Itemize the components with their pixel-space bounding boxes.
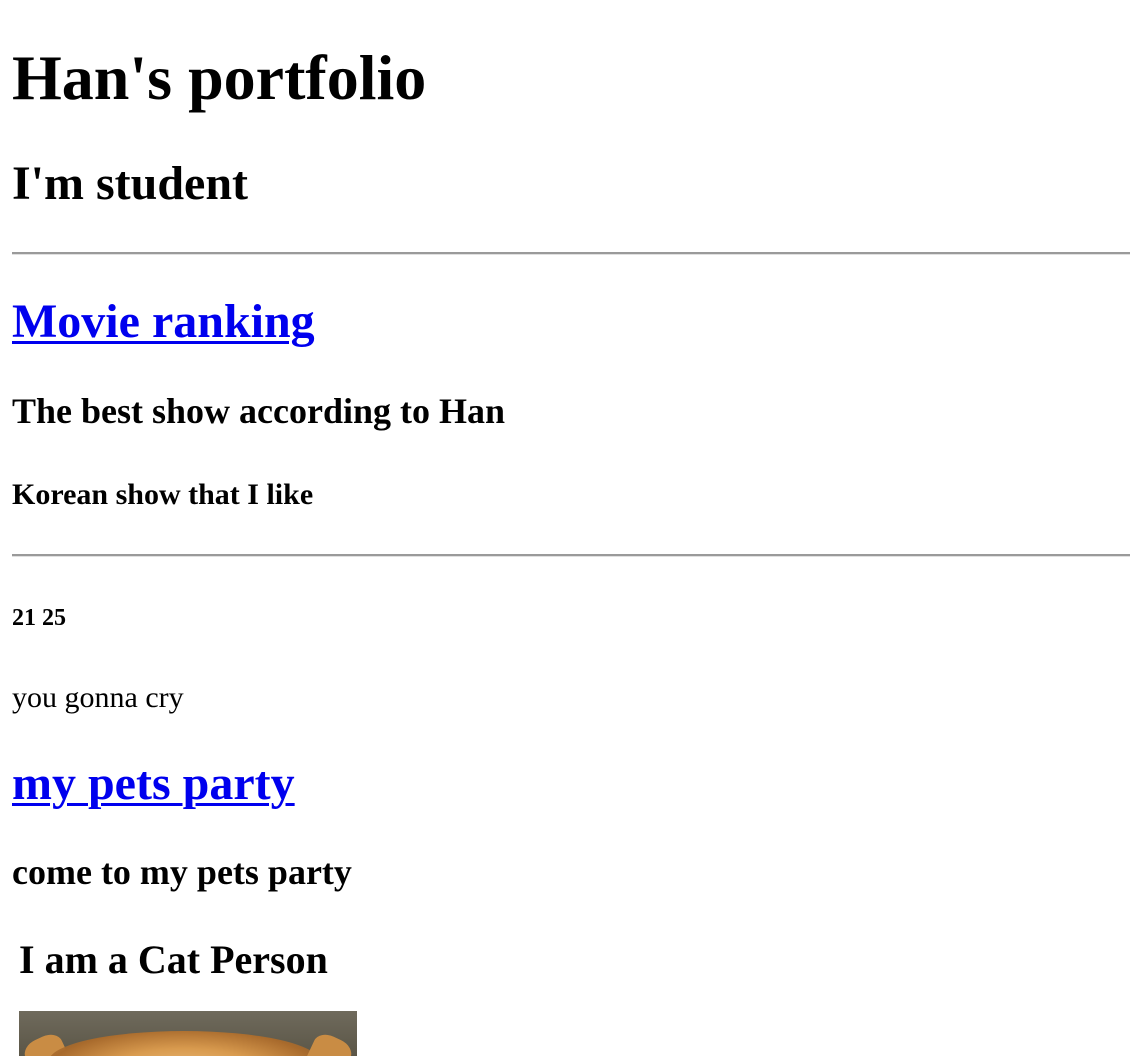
show-tagline: you gonna cry [12,681,184,714]
movie-ranking-heading: Movie ranking [12,298,315,346]
pets-party-link[interactable]: my pets party [12,757,295,810]
cat-image [19,1011,357,1056]
korean-show-heading: Korean show that I like [12,478,314,511]
page-subtitle: I'm student [12,157,249,210]
movie-ranking-link[interactable]: Movie ranking [12,295,315,348]
show-title: 21 25 [12,605,66,631]
divider [12,554,1130,557]
page: Han's portfolio I'm student Movie rankin… [0,0,1146,1056]
pets-party-invite: come to my pets party [12,852,352,892]
cat-head [49,1031,319,1056]
pets-party-heading: my pets party [12,760,295,808]
best-show-heading: The best show according to Han [12,391,506,431]
page-title: Han's portfolio [12,42,427,113]
cat-person-heading: I am a Cat Person [19,937,328,982]
divider [12,252,1130,255]
cat-ear-right [306,1029,356,1056]
